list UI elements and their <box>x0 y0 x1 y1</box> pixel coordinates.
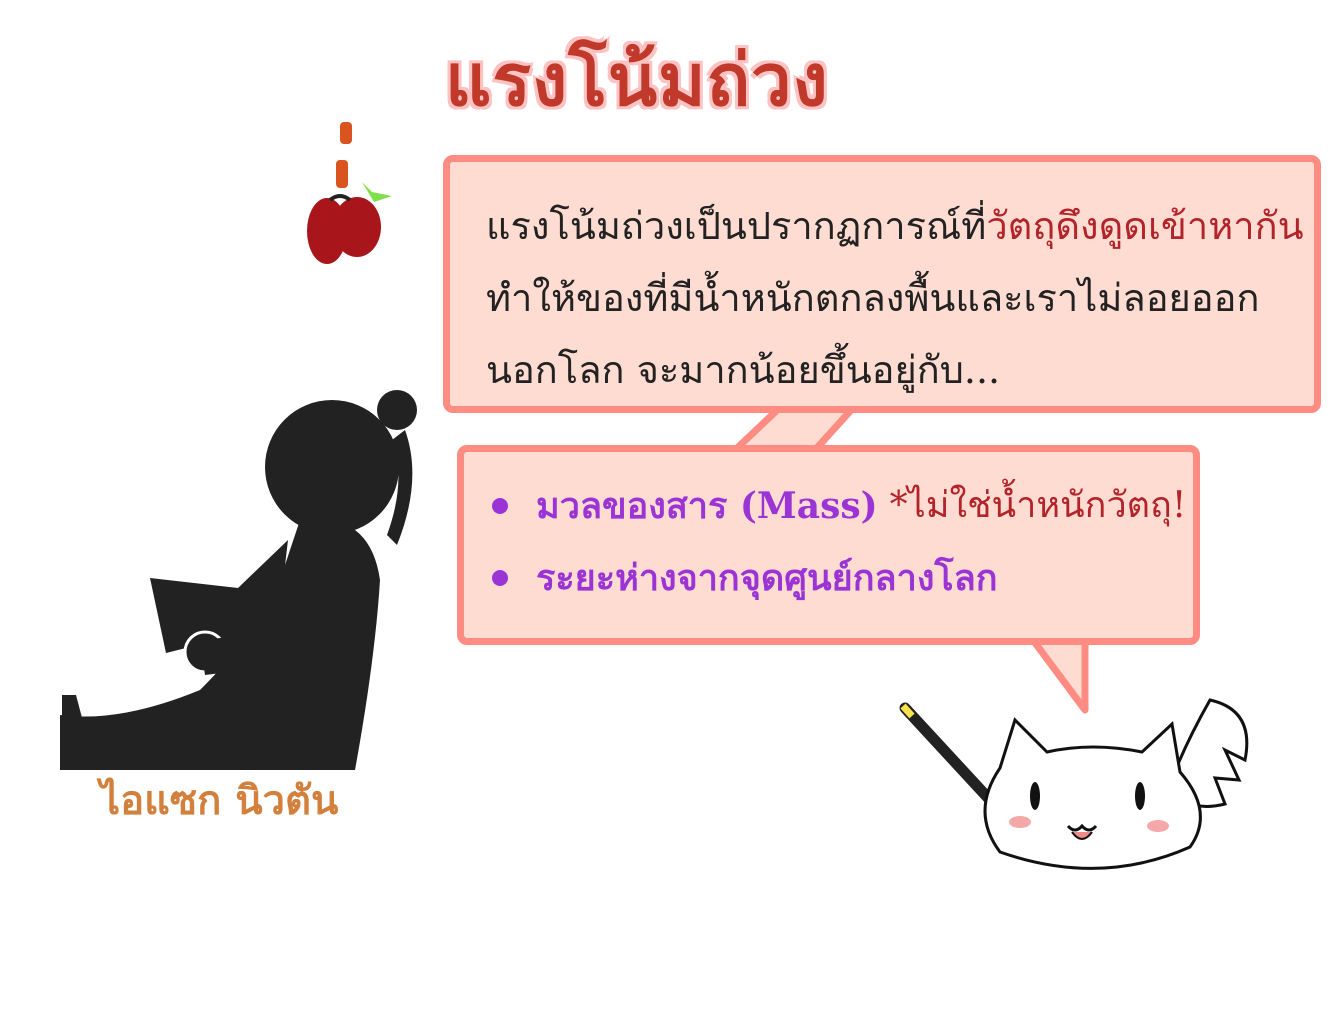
factor-note: *ไม่ใช่น้ำหนักวัตถุ! <box>889 485 1187 526</box>
intro-text: แรงโน้มถ่วงเป็นปรากฏการณ์ที่วัตถุดึงดูดเ… <box>486 190 1316 406</box>
factor-label: ระยะห่างจากจุดศูนย์กลางโลก <box>536 557 998 599</box>
bullet-icon <box>492 570 508 586</box>
factors-speech-bubble: มวลของสาร (Mass) *ไม่ใช่น้ำหนักวัตถุ! ระ… <box>457 445 1200 645</box>
page-title: แรงโน้มถ่วง <box>445 38 829 122</box>
cat-mascot <box>899 698 1249 870</box>
intro-line-1-prefix: แรงโน้มถ่วงเป็นปรากฏการณ์ที่ <box>486 204 987 248</box>
intro-highlight: วัตถุดึงดูดเข้าหากัน <box>986 204 1304 248</box>
intro-line-1: แรงโน้มถ่วงเป็นปรากฏการณ์ที่วัตถุดึงดูดเ… <box>486 190 1316 262</box>
list-item: มวลของสาร (Mass) *ไม่ใช่น้ำหนักวัตถุ! <box>490 470 1186 542</box>
list-item: ระยะห่างจากจุดศูนย์กลางโลก <box>490 542 1186 614</box>
bottom-bubble-tail <box>1026 632 1089 714</box>
intro-speech-bubble: แรงโน้มถ่วงเป็นปรากฏการณ์ที่วัตถุดึงดูดเ… <box>443 155 1321 413</box>
factor-label: มวลของสาร (Mass) <box>536 485 878 527</box>
factors-list: มวลของสาร (Mass) *ไม่ใช่น้ำหนักวัตถุ! ระ… <box>490 470 1186 614</box>
intro-line-2: ทำให้ของที่มีน้ำหนักตกลงพื้นและเราไม่ลอย… <box>486 276 1260 320</box>
intro-line-3: นอกโลก จะมากน้อยขึ้นอยู่กับ... <box>486 348 1001 392</box>
apple-icon <box>307 122 392 264</box>
bullet-icon <box>492 498 508 514</box>
newton-caption: ไอแซก นิวตัน <box>100 778 339 824</box>
newton-silhouette <box>60 390 417 770</box>
